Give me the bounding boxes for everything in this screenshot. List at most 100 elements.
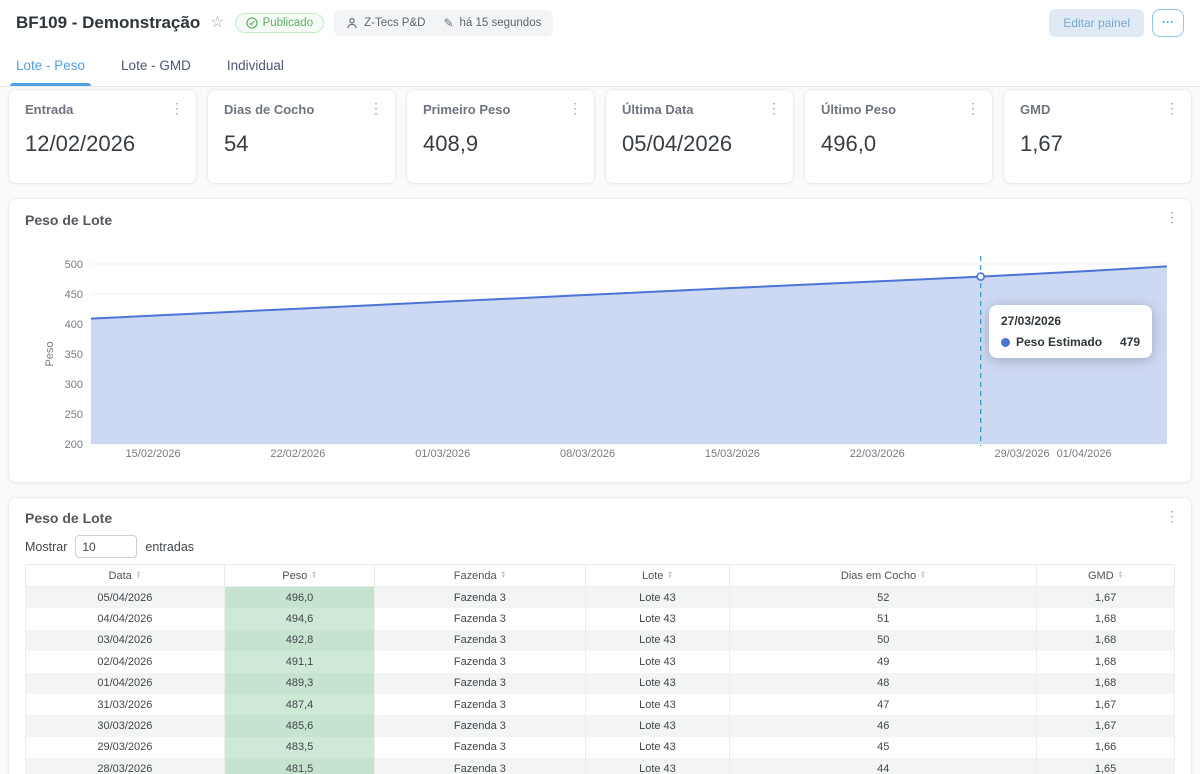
more-options-button[interactable]: ··· bbox=[1152, 9, 1184, 37]
table-cell: 1,66 bbox=[1037, 737, 1175, 758]
table-cell: 28/03/2026 bbox=[26, 758, 225, 774]
table-cell: 46 bbox=[730, 715, 1037, 736]
table-cell: 1,68 bbox=[1037, 608, 1175, 629]
x-tick-label: 15/03/2026 bbox=[705, 448, 760, 460]
table-cell: 485,6 bbox=[224, 715, 375, 736]
table-cell: 1,68 bbox=[1037, 651, 1175, 672]
column-header-label: Dias em Cocho bbox=[841, 570, 916, 582]
table-cell: Fazenda 3 bbox=[375, 737, 585, 758]
table-cell: 492,8 bbox=[224, 630, 375, 651]
table-cell: 02/04/2026 bbox=[26, 651, 225, 672]
table-cell: 45 bbox=[730, 737, 1037, 758]
kpi-card-ltima-data: Última Data⋮ 05/04/2026 bbox=[605, 89, 794, 184]
table-cell: Fazenda 3 bbox=[375, 608, 585, 629]
last-edited[interactable]: ✎ há 15 segundos bbox=[443, 16, 541, 30]
edit-dashboard-button[interactable]: Editar painel bbox=[1049, 9, 1144, 37]
table-cell: Lote 43 bbox=[585, 715, 730, 736]
dashboard-body: Entrada⋮12/02/2026Dias de Cocho⋮54Primei… bbox=[0, 87, 1200, 774]
column-header-label: Data bbox=[109, 570, 132, 582]
column-header-dias-em-cocho[interactable]: Dias em Cocho ▲▼ bbox=[730, 565, 1037, 587]
tab-bar: Lote - Peso Lote - GMD Individual bbox=[0, 45, 1200, 87]
table-cell: Fazenda 3 bbox=[375, 673, 585, 694]
entries-count-input[interactable] bbox=[75, 535, 137, 558]
sort-icon: ▲▼ bbox=[667, 572, 672, 579]
kpi-kebab-menu-icon[interactable]: ⋮ bbox=[767, 101, 781, 115]
tab-lote-peso[interactable]: Lote - Peso bbox=[16, 45, 85, 86]
column-header-peso[interactable]: Peso▲▼ bbox=[224, 565, 375, 587]
top-bar: BF109 - Demonstração ☆ Publicado Z-Tecs … bbox=[0, 0, 1200, 45]
table-cell: 481,5 bbox=[224, 758, 375, 774]
column-header-fazenda[interactable]: Fazenda▲▼ bbox=[375, 565, 585, 587]
chart-kebab-menu-icon[interactable]: ⋮ bbox=[1165, 210, 1179, 224]
kpi-value: 05/04/2026 bbox=[622, 131, 777, 157]
y-tick-label: 350 bbox=[65, 349, 83, 361]
x-tick-label: 29/03/2026 bbox=[995, 448, 1050, 460]
kpi-kebab-menu-icon[interactable]: ⋮ bbox=[1165, 101, 1179, 115]
sort-icon: ▲▼ bbox=[920, 572, 925, 579]
y-tick-label: 250 bbox=[65, 409, 83, 421]
table-cell: Lote 43 bbox=[585, 737, 730, 758]
table-cell: 05/04/2026 bbox=[26, 587, 225, 609]
kpi-value: 408,9 bbox=[423, 131, 578, 157]
dashboard-meta: Z-Tecs P&D ✎ há 15 segundos bbox=[334, 10, 553, 36]
table-header-row: Data▲▼Peso▲▼Fazenda▲▼Lote▲▼Dias em Cocho… bbox=[26, 565, 1175, 587]
column-header-label: Peso bbox=[282, 570, 307, 582]
table-row: 29/03/2026483,5Fazenda 3Lote 43451,66 bbox=[26, 737, 1175, 758]
table-cell: 29/03/2026 bbox=[26, 737, 225, 758]
published-badge: Publicado bbox=[235, 13, 325, 33]
kpi-kebab-menu-icon[interactable]: ⋮ bbox=[170, 101, 184, 115]
table-cell: Lote 43 bbox=[585, 608, 730, 629]
table-cell: Lote 43 bbox=[585, 630, 730, 651]
table-kebab-menu-icon[interactable]: ⋮ bbox=[1165, 509, 1179, 523]
table-row: 03/04/2026492,8Fazenda 3Lote 43501,68 bbox=[26, 630, 1175, 651]
column-header-data[interactable]: Data▲▼ bbox=[26, 565, 225, 587]
table-cell: Lote 43 bbox=[585, 673, 730, 694]
table-cell: 04/04/2026 bbox=[26, 608, 225, 629]
x-tick-label: 01/04/2026 bbox=[1057, 448, 1112, 460]
table-cell: 491,1 bbox=[224, 651, 375, 672]
kpi-kebab-menu-icon[interactable]: ⋮ bbox=[568, 101, 582, 115]
kpi-card-entrada: Entrada⋮12/02/2026 bbox=[8, 89, 197, 184]
kpi-row: Entrada⋮12/02/2026Dias de Cocho⋮54Primei… bbox=[8, 89, 1192, 184]
kpi-label: Dias de Cocho bbox=[224, 102, 379, 117]
tab-lote-gmd[interactable]: Lote - GMD bbox=[121, 45, 191, 86]
table-cell: Fazenda 3 bbox=[375, 587, 585, 609]
x-tick-label: 22/03/2026 bbox=[850, 448, 905, 460]
kpi-label: Última Data bbox=[622, 102, 777, 117]
kpi-card-dias-de-cocho: Dias de Cocho⋮54 bbox=[207, 89, 396, 184]
sort-icon: ▲▼ bbox=[1118, 572, 1123, 579]
tab-individual[interactable]: Individual bbox=[227, 45, 284, 86]
column-header-lote[interactable]: Lote▲▼ bbox=[585, 565, 730, 587]
y-tick-label: 300 bbox=[65, 379, 83, 391]
table-cell: 50 bbox=[730, 630, 1037, 651]
kpi-kebab-menu-icon[interactable]: ⋮ bbox=[966, 101, 980, 115]
pencil-icon: ✎ bbox=[443, 16, 453, 30]
table-cell: 483,5 bbox=[224, 737, 375, 758]
lot-weight-chart-card: Peso de Lote ⋮ 50045040035030025020015/0… bbox=[8, 198, 1192, 483]
table-cell: 1,67 bbox=[1037, 694, 1175, 715]
table-cell: Lote 43 bbox=[585, 694, 730, 715]
tooltip-date: 27/03/2026 bbox=[1001, 314, 1140, 328]
table-cell: Fazenda 3 bbox=[375, 715, 585, 736]
kpi-label: GMD bbox=[1020, 102, 1175, 117]
table-cell: 1,67 bbox=[1037, 587, 1175, 609]
table-cell: 1,68 bbox=[1037, 673, 1175, 694]
person-icon bbox=[346, 17, 358, 29]
table-cell: 01/04/2026 bbox=[26, 673, 225, 694]
table-cell: 49 bbox=[730, 651, 1037, 672]
table-cell: 31/03/2026 bbox=[26, 694, 225, 715]
table-cell: 51 bbox=[730, 608, 1037, 629]
table-body: 05/04/2026496,0Fazenda 3Lote 43521,6704/… bbox=[26, 587, 1175, 774]
table-cell: 47 bbox=[730, 694, 1037, 715]
table-row: 05/04/2026496,0Fazenda 3Lote 43521,67 bbox=[26, 587, 1175, 609]
column-header-gmd[interactable]: GMD▲▼ bbox=[1037, 565, 1175, 587]
table-cell: 494,6 bbox=[224, 608, 375, 629]
x-tick-label: 15/02/2026 bbox=[126, 448, 181, 460]
kpi-card-gmd: GMD⋮1,67 bbox=[1003, 89, 1192, 184]
table-cell: 487,4 bbox=[224, 694, 375, 715]
x-tick-label: 08/03/2026 bbox=[560, 448, 615, 460]
table-cell: Lote 43 bbox=[585, 758, 730, 774]
kpi-kebab-menu-icon[interactable]: ⋮ bbox=[369, 101, 383, 115]
favorite-star-icon[interactable]: ☆ bbox=[210, 15, 224, 31]
lot-weight-table-card: Peso de Lote ⋮ Mostrar entradas Data▲▼Pe… bbox=[8, 497, 1192, 774]
